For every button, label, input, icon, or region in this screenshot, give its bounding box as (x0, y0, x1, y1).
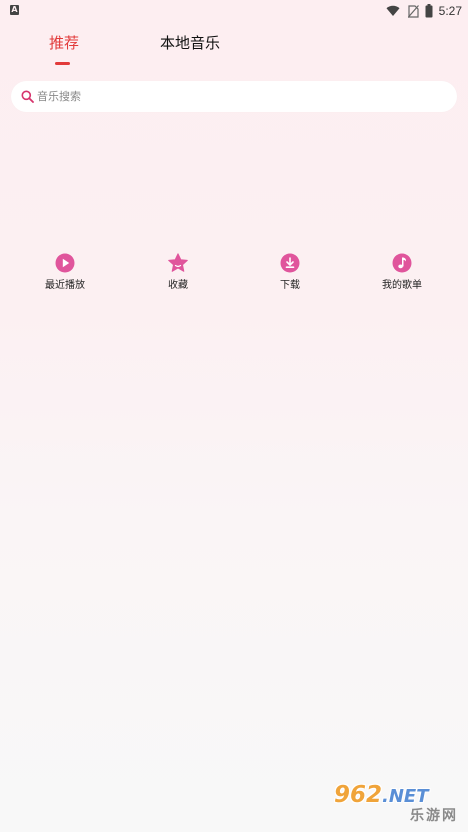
play-circle-icon (25, 253, 105, 273)
watermark-logo: 962.NET (334, 782, 429, 810)
download-circle-icon (250, 253, 330, 273)
status-time: 5:27 (438, 4, 462, 18)
favorites-button[interactable]: 收藏 (138, 253, 218, 292)
download-button[interactable]: 下载 (250, 253, 330, 292)
quick-actions: 最近播放 收藏 下载 我的歌单 (0, 253, 468, 303)
site-watermark: 962.NET 乐游网 (330, 782, 462, 826)
wifi-icon (386, 5, 400, 17)
watermark-number: 962 (334, 782, 383, 808)
search-bar[interactable] (11, 81, 457, 112)
tab-bar: 推荐 本地音乐 (0, 28, 468, 72)
status-right-group: 5:27 (386, 2, 462, 20)
tab-active-indicator (55, 62, 70, 65)
watermark-site-name: 乐游网 (410, 808, 458, 824)
no-sim-icon (407, 4, 419, 18)
battery-icon (425, 4, 433, 18)
recent-play-label: 最近播放 (45, 280, 85, 291)
recent-play-button[interactable]: 最近播放 (25, 253, 105, 292)
search-input[interactable] (37, 86, 417, 107)
search-icon (21, 90, 34, 103)
download-label: 下载 (280, 280, 300, 291)
star-icon (138, 253, 218, 273)
my-playlists-button[interactable]: 我的歌单 (362, 253, 442, 292)
watermark-net: .NET (382, 786, 429, 807)
tab-recommend[interactable]: 推荐 (49, 32, 79, 54)
notification-a-icon: A (10, 5, 19, 15)
favorites-label: 收藏 (168, 280, 188, 291)
status-bar: A 5:27 (0, 0, 468, 22)
music-note-circle-icon (362, 253, 442, 273)
my-playlists-label: 我的歌单 (382, 280, 422, 291)
tab-local-music[interactable]: 本地音乐 (160, 32, 220, 54)
